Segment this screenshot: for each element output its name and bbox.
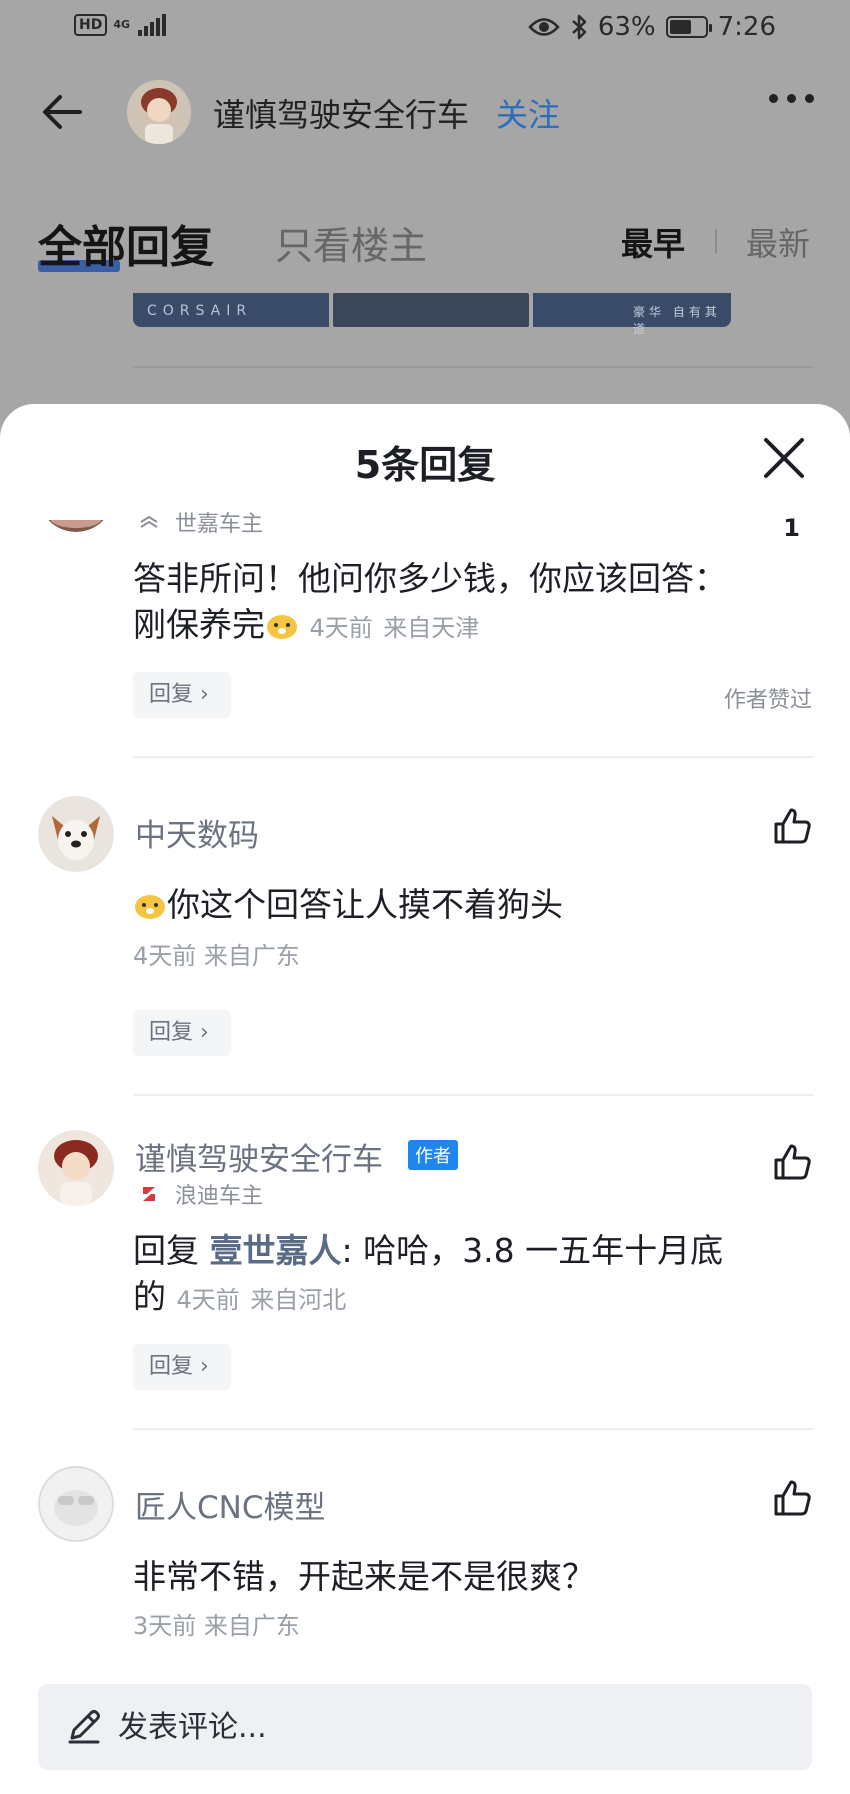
reply-button[interactable]: 回复 › <box>133 672 231 718</box>
reply-button-label: 回复 <box>149 1354 194 1379</box>
user-avatar[interactable] <box>38 1130 114 1206</box>
reply-button-label: 回复 <box>149 682 194 707</box>
reply-location: 来自广东 <box>203 1612 300 1640</box>
status-right: 63% 7:26 <box>528 12 776 42</box>
reply-location: 来自广东 <box>203 942 300 970</box>
username[interactable]: 谨慎驾驶安全行车 <box>135 1134 383 1179</box>
tab-owner-only[interactable]: 只看楼主 <box>275 215 427 270</box>
reply-content: 答非所问！他问你多少钱，你应该回答：刚保养完 4天前 来自天津 <box>133 556 733 651</box>
eye-icon <box>528 18 560 36</box>
reply-location: 来自河北 <box>250 1286 347 1314</box>
replies-sheet: 5条回复 世嘉车主 1 答非所问！他问你多少钱，你应该回答：刚保养完 4天前 来… <box>0 404 850 1794</box>
battery-percent: 63% <box>597 12 656 42</box>
reply-time: 4天前 <box>133 942 197 970</box>
sheet-title: 5条回复 <box>354 443 496 487</box>
reply-button-label: 回复 <box>149 1020 194 1045</box>
dog-emoji-icon <box>267 615 297 639</box>
back-arrow-icon[interactable] <box>36 84 92 140</box>
reply-text: 你这个回答让人摸不着狗头 <box>167 885 563 924</box>
reply-button[interactable]: 回复 › <box>133 1010 231 1056</box>
car-owner-label: 浪迪车主 <box>175 1184 264 1209</box>
tab-all-replies[interactable]: 全部回复 <box>38 211 214 275</box>
reply-meta: 4天前 来自广东 <box>133 936 300 971</box>
banner-right: 豪华 自有其道 <box>533 293 731 336</box>
reply-content: 回复 壹世嘉人: 哈哈，3.8 一五年十月底的 4天前 来自河北 <box>133 1228 733 1323</box>
divider <box>133 1428 813 1430</box>
clock: 7:26 <box>717 12 776 42</box>
bluetooth-icon <box>571 14 587 40</box>
banner-left: CORSAIR <box>133 293 329 327</box>
car-owner-label: 世嘉车主 <box>175 512 264 537</box>
username[interactable]: 中天数码 <box>135 810 259 855</box>
thumbs-up-icon[interactable] <box>770 1476 814 1520</box>
divider <box>133 756 813 758</box>
user-avatar[interactable] <box>38 796 114 872</box>
chevron-right-icon: › <box>200 1354 209 1379</box>
chevron-right-icon: › <box>200 1020 209 1045</box>
chevron-right-icon: › <box>200 682 209 707</box>
reply-button[interactable]: 回复 › <box>133 1344 231 1390</box>
thumbs-up-icon[interactable] <box>770 1140 814 1184</box>
signal-icon <box>138 14 167 36</box>
background-page: HD 4G 63% 7:26 谨慎驾驶安全行车 关注 全部回复 只看楼主 最早 … <box>0 0 850 440</box>
mention-link[interactable]: 壹世嘉人 <box>210 1231 342 1270</box>
post-header: 谨慎驾驶安全行车 关注 <box>0 70 850 150</box>
network-type: 4G <box>113 18 131 31</box>
car-owner-line: 世嘉车主 <box>135 506 263 538</box>
battery-icon <box>665 16 712 38</box>
reply-time: 3天前 <box>133 1612 197 1640</box>
banner-car-image <box>333 293 529 327</box>
comment-input[interactable] <box>118 1702 778 1752</box>
follow-button[interactable]: 关注 <box>496 90 560 136</box>
divider <box>133 1094 813 1096</box>
status-left: HD 4G <box>74 14 167 36</box>
reply-tabs: 全部回复 只看楼主 最早 最新 <box>0 205 850 275</box>
reply-prefix: 回复 <box>133 1231 199 1270</box>
ad-banner[interactable]: CORSAIR 豪华 自有其道 <box>133 293 731 336</box>
author-name[interactable]: 谨慎驾驶安全行车 <box>213 90 469 136</box>
author-badge: 作者 <box>408 1140 458 1170</box>
reply-location: 来自天津 <box>383 614 480 642</box>
more-icon[interactable] <box>769 94 814 103</box>
reply-time: 4天前 <box>309 614 373 642</box>
comment-bar[interactable] <box>38 1684 812 1770</box>
author-avatar[interactable] <box>127 80 191 144</box>
reply-meta: 3天前 来自广东 <box>133 1606 300 1641</box>
hd-badge: HD <box>74 14 108 36</box>
sort-earliest[interactable]: 最早 <box>621 219 685 265</box>
like-count: 1 <box>783 514 800 542</box>
user-avatar[interactable] <box>38 1466 114 1542</box>
pencil-icon <box>68 1710 100 1744</box>
reply-text: 非常不错，开起来是不是很爽？ <box>133 1557 595 1596</box>
status-bar: HD 4G 63% 7:26 <box>0 0 850 60</box>
sort-latest[interactable]: 最新 <box>746 219 810 265</box>
thumbs-up-icon[interactable] <box>770 804 814 848</box>
author-liked-label: 作者赞过 <box>723 688 812 713</box>
reply-content: 非常不错，开起来是不是很爽？ <box>133 1554 733 1600</box>
reply-time: 4天前 <box>176 1286 240 1314</box>
dog-emoji-icon <box>135 895 165 919</box>
username[interactable]: 匠人CNC模型 <box>135 1482 325 1527</box>
reply-content: 你这个回答让人摸不着狗头 <box>133 882 733 928</box>
sort-divider <box>715 229 717 253</box>
divider <box>133 366 813 368</box>
car-owner-line: 浪迪车主 <box>135 1178 263 1210</box>
suzuki-logo-icon <box>143 1187 155 1201</box>
close-icon[interactable] <box>758 432 810 484</box>
citroen-logo-icon <box>140 515 158 528</box>
